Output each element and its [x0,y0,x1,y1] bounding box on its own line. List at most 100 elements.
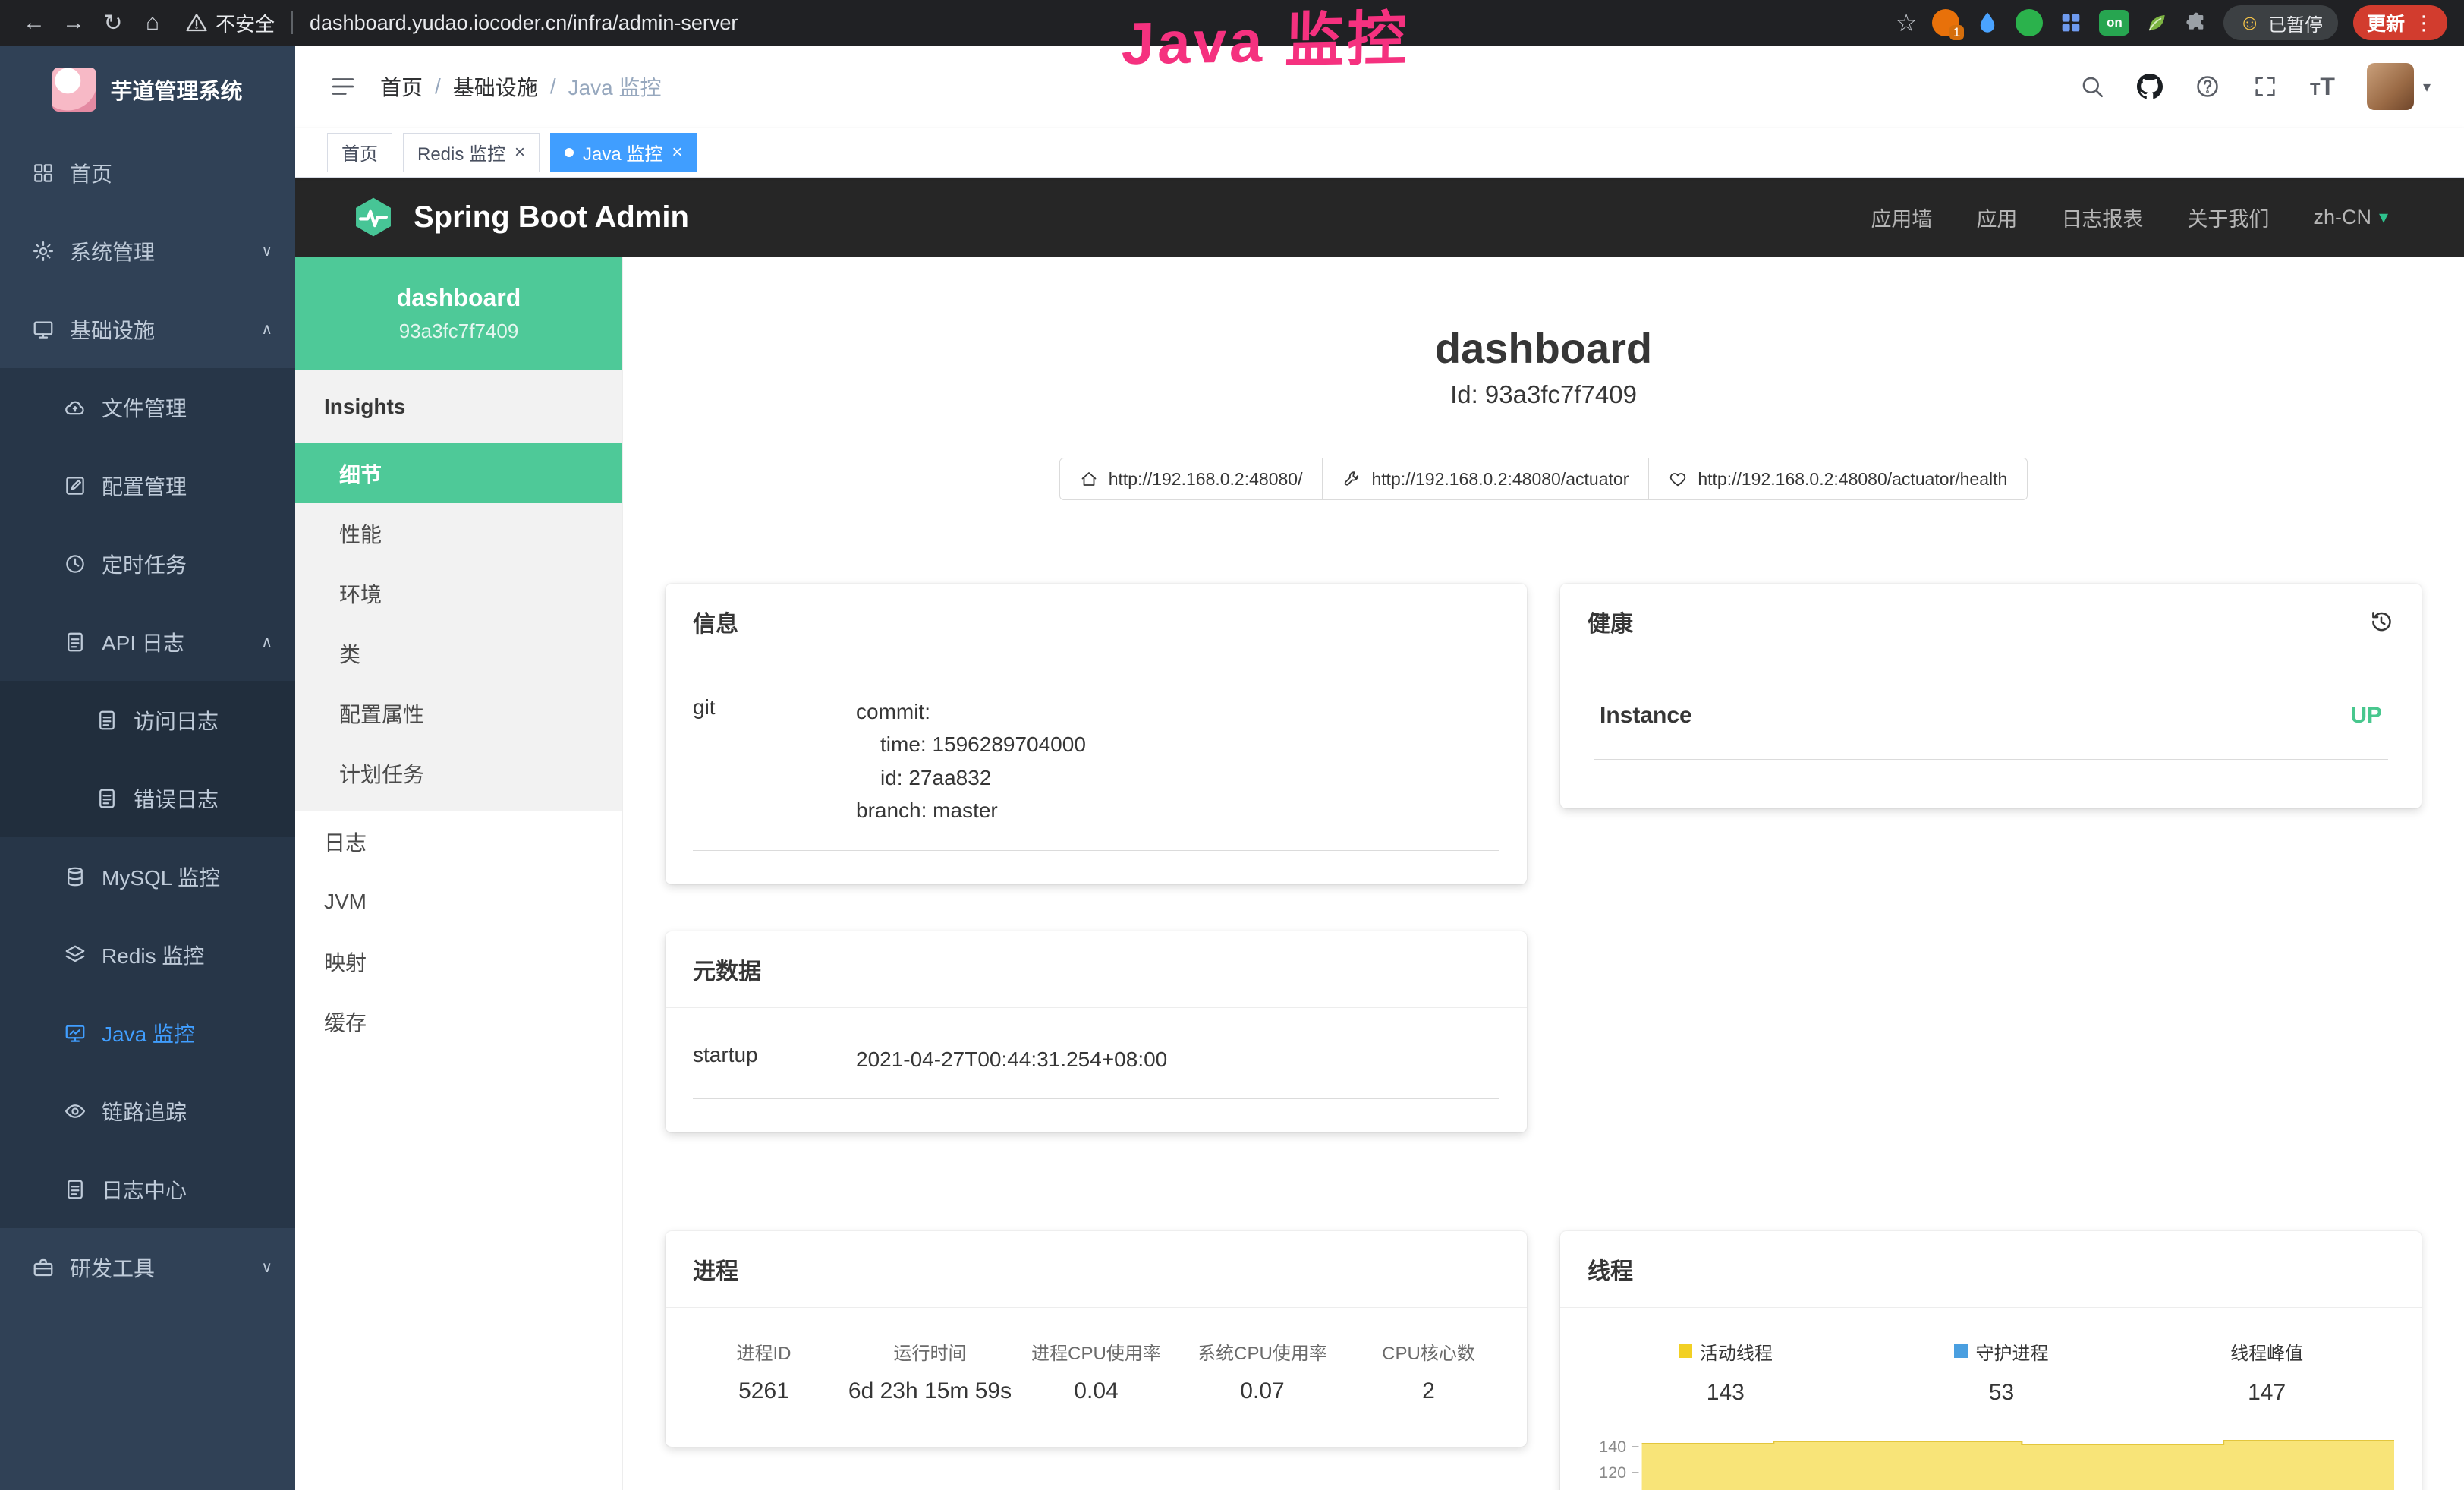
breadcrumb-home[interactable]: 首页 [380,71,423,102]
extensions-grid-icon[interactable] [2058,10,2084,36]
sidebar-item-mysql[interactable]: MySQL 监控 [0,837,295,915]
app-logo-row[interactable]: 芋道管理系统 [0,46,295,134]
sba-nav-wallboard[interactable]: 应用墙 [1871,203,1932,232]
heart-icon [1669,470,1687,488]
sba-menu-jvm[interactable]: JVM [295,871,622,931]
page-subtitle: Id: 93a3fc7f7409 [623,380,2464,409]
sidebar-item-config[interactable]: 配置管理 [0,446,295,524]
extension-icon-drop[interactable] [1975,10,2000,36]
tab-redis[interactable]: Redis 监控 × [403,133,540,172]
address-bar[interactable]: dashboard.yudao.iocoder.cn/infra/admin-s… [310,11,738,35]
sidebar-item-redis[interactable]: Redis 监控 [0,915,295,994]
browser-back-button[interactable]: ← [17,5,52,40]
table-row: startup 2021-04-27T00:44:31.254+08:00 [693,1020,1499,1099]
sba-menu-insights[interactable]: Insights [295,381,622,433]
sba-menu-logs[interactable]: 日志 [295,811,622,871]
sba-nav-about[interactable]: 关于我们 [2187,203,2269,232]
sba-sidebar: dashboard 93a3fc7f7409 Insights 细节 性能 环境… [295,257,623,1490]
table-row[interactable]: Instance UP [1594,673,2388,760]
paused-badge[interactable]: ☺ 已暂停 [2223,5,2338,40]
breadcrumb-separator: / [435,74,441,99]
sba-nav-journal[interactable]: 日志报表 [2061,203,2143,232]
extension-icon-leaf[interactable] [2145,11,2169,35]
close-icon[interactable]: × [515,143,525,162]
sidebar-item-devtools[interactable]: 研发工具 ∨ [0,1228,295,1306]
sba-body: dashboard 93a3fc7f7409 Insights 细节 性能 环境… [295,257,2464,1490]
search-icon[interactable] [2079,74,2105,99]
app-header: 首页 / 基础设施 / Java 监控 TT ▾ [295,46,2464,128]
gear-icon [32,240,55,263]
svg-text:140: 140 [1599,1438,1626,1456]
extension-icon-green[interactable] [2016,9,2043,36]
breadcrumb-group[interactable]: 基础设施 [453,71,538,102]
extension-icon-orange[interactable]: 1 [1932,9,1959,36]
fullscreen-icon[interactable] [2252,74,2278,99]
sba-nav-applications[interactable]: 应用 [1976,203,2017,232]
help-icon[interactable] [2195,74,2220,99]
sidebar-item-job[interactable]: 定时任务 [0,524,295,603]
document-icon [96,787,118,810]
browser-reload-button[interactable]: ↻ [96,5,131,40]
metadata-key: startup [693,1043,856,1076]
sba-menu-details[interactable]: 细节 [295,443,622,503]
sidebar-item-api-log[interactable]: API 日志 ∧ [0,603,295,681]
tab-java[interactable]: Java 监控 × [550,133,697,172]
sidebar-item-log-center[interactable]: 日志中心 [0,1150,295,1228]
instance-name: dashboard [397,284,521,312]
health-url-link[interactable]: http://192.168.0.2:48080/actuator/health [1649,458,2028,500]
sba-menu-classes[interactable]: 类 [295,623,622,683]
browser-forward-button[interactable]: → [56,5,91,40]
sba-menu-mappings[interactable]: 映射 [295,931,622,991]
sidebar-item-access-log[interactable]: 访问日志 [0,681,295,759]
sba-menu-environment[interactable]: 环境 [295,563,622,623]
browser-menu-icon[interactable]: ⋮ [2414,11,2434,35]
sba-menu-configprops[interactable]: 配置属性 [295,683,622,743]
health-card: 健康 Instance UP [1560,584,2422,808]
process-stat-uptime: 运行时间 6d 23h 15m 59s [847,1338,1013,1404]
info-value: commit: time: 1596289704000 id: 27aa832 … [856,695,1086,827]
sidebar-item-tracing[interactable]: 链路追踪 [0,1072,295,1150]
sba-locale-select[interactable]: zh-CN ▾ [2313,206,2388,229]
font-size-icon[interactable]: TT [2310,73,2335,101]
chevron-up-icon: ∧ [261,320,272,339]
actuator-url-link[interactable]: http://192.168.0.2:48080/actuator [1323,458,1649,500]
legend-swatch-yellow [1679,1344,1692,1358]
extensions-puzzle-icon[interactable] [2184,11,2208,35]
base-url-link[interactable]: http://192.168.0.2:48080/ [1059,458,1323,500]
database-icon [64,865,87,888]
site-security-chip[interactable]: 不安全 [185,9,275,37]
sba-menu-caches[interactable]: 缓存 [295,991,622,1051]
sidebar-item-file[interactable]: 文件管理 [0,368,295,446]
left-card-stack: 信息 git commit: time: 1596289704000 id: 2… [666,584,1527,1132]
sidebar-item-system[interactable]: 系统管理 ∨ [0,212,295,290]
bookmark-star-icon[interactable]: ☆ [1896,8,1918,37]
health-card-title: 健康 [1588,605,1633,638]
document-icon [64,631,87,654]
history-icon[interactable] [2368,609,2394,635]
browser-update-button[interactable]: 更新 ⋮ [2353,5,2447,40]
sba-logo-icon [351,195,395,239]
browser-toolbar-right: ☆ 1 on ☺ 已暂停 更新 ⋮ [1896,5,2447,40]
sba-instance-header[interactable]: dashboard 93a3fc7f7409 [295,257,622,370]
tab-home[interactable]: 首页 [327,133,392,172]
app-root: 芋道管理系统 首页 系统管理 ∨ 基础设施 ∧ 文件管理 配置管理 定时任务 [0,46,2464,1490]
github-icon[interactable] [2137,74,2163,99]
sidebar-item-home[interactable]: 首页 [0,134,295,212]
browser-home-button[interactable]: ⌂ [135,5,170,40]
eye-icon [64,1100,87,1123]
user-menu[interactable]: ▾ [2367,63,2431,110]
hamburger-icon[interactable] [329,72,357,101]
sidebar-item-error-log[interactable]: 错误日志 [0,759,295,837]
metadata-card-title: 元数据 [666,931,1527,1008]
process-card-body: 进程ID 5261 运行时间 6d 23h 15m 59s 进程CPU使用率 0… [666,1308,1527,1447]
threads-card: 线程 活动线程 143 [1560,1231,2422,1490]
sba-menu-scheduled-tasks[interactable]: 计划任务 [295,743,622,803]
sidebar-item-java[interactable]: Java 监控 [0,994,295,1072]
sidebar-item-infra[interactable]: 基础设施 ∧ [0,290,295,368]
sba-menu-metrics[interactable]: 性能 [295,503,622,563]
dashboard-icon [32,162,55,184]
instance-links: http://192.168.0.2:48080/ http://192.168… [623,458,2464,500]
close-icon[interactable]: × [672,143,682,162]
extension-on-badge[interactable]: on [2099,10,2129,36]
sba-brand[interactable]: Spring Boot Admin [351,195,689,239]
